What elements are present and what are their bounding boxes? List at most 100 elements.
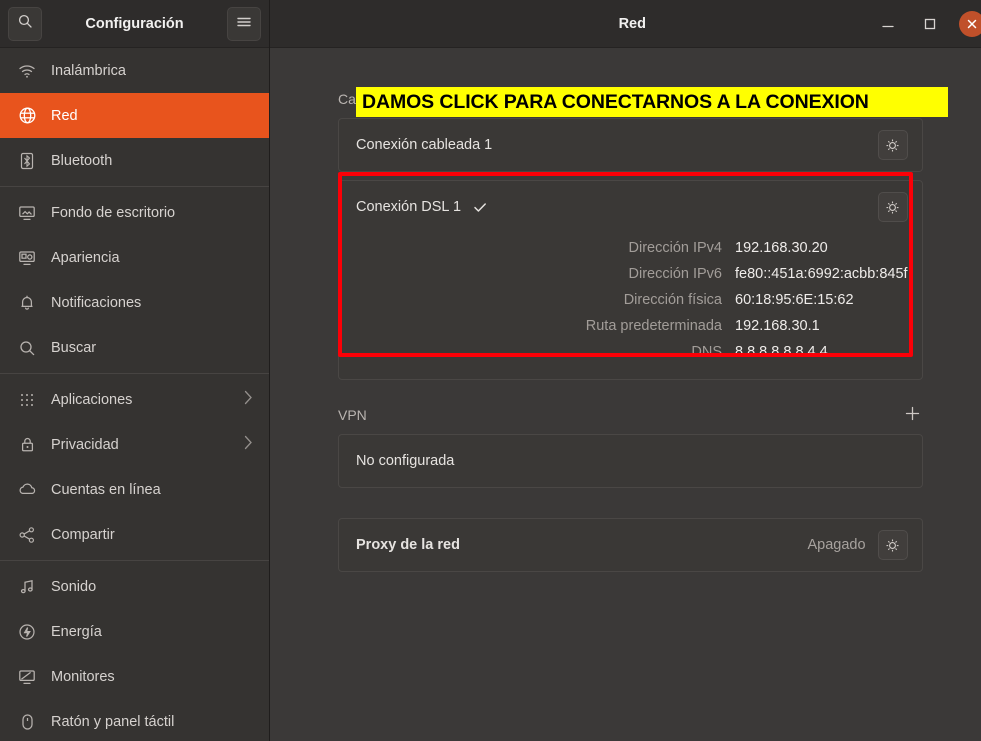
detail-row: Dirección IPv6 fe80::451a:6992:acbb:845f: [339, 261, 908, 287]
search-button[interactable]: [8, 7, 42, 41]
sidebar-item-label: Energía: [51, 624, 102, 640]
detail-key: Dirección física: [339, 287, 735, 313]
sidebar-item-label: Ratón y panel táctil: [51, 714, 174, 730]
chevron-right-icon: [244, 435, 253, 454]
detail-value: 8.8.8.8 8.8.4.4: [735, 339, 828, 365]
desktop-background-icon: [14, 204, 40, 222]
connection-settings-button[interactable]: [878, 192, 908, 222]
detail-row: DNS 8.8.8.8 8.8.4.4: [339, 339, 908, 365]
sidebar-divider: [0, 186, 269, 187]
dsl-connection-card[interactable]: Conexión DSL 1 Dirección IPv4 192.: [338, 180, 923, 380]
maximize-icon: [923, 17, 937, 31]
sidebar-item-compartir[interactable]: Compartir: [0, 512, 269, 557]
bell-icon: [14, 294, 40, 312]
connection-row-wired-1[interactable]: Conexión cableada 1: [339, 119, 922, 171]
network-proxy-label: Proxy de la red: [356, 537, 460, 553]
sidebar-item-label: Buscar: [51, 340, 96, 356]
network-proxy-row[interactable]: Proxy de la red Apagado: [339, 519, 922, 571]
network-settings-content: Cableada Conexión cableada 1 Conexión: [270, 48, 981, 741]
detail-key: Dirección IPv6: [339, 261, 735, 287]
detail-row: Ruta predeterminada 192.168.30.1: [339, 313, 908, 339]
sidebar-item-buscar[interactable]: Buscar: [0, 325, 269, 370]
sidebar-item-privacidad[interactable]: Privacidad: [0, 422, 269, 467]
window-titlebar: Red: [270, 0, 981, 48]
dsl-connection-details: Dirección IPv4 192.168.30.20 Dirección I…: [339, 233, 922, 379]
sidebar-item-sonido[interactable]: Sonido: [0, 564, 269, 609]
sidebar-item-label: Apariencia: [51, 250, 120, 266]
power-icon: [14, 623, 40, 641]
connection-row-dsl-1[interactable]: Conexión DSL 1: [339, 181, 922, 233]
mouse-icon: [14, 713, 40, 731]
connection-name: Conexión cableada 1: [356, 137, 492, 153]
sidebar-item-notificaciones[interactable]: Notificaciones: [0, 280, 269, 325]
sidebar-item-red[interactable]: Red: [0, 93, 269, 138]
sidebar-item-label: Aplicaciones: [51, 392, 132, 408]
wired-connection-card-1[interactable]: Conexión cableada 1: [338, 118, 923, 172]
sidebar-item-aplicaciones[interactable]: Aplicaciones: [0, 377, 269, 422]
cloud-icon: [14, 482, 40, 497]
checkmark-icon: [472, 199, 488, 215]
detail-key: Ruta predeterminada: [339, 313, 735, 339]
sidebar-item-label: Inalámbrica: [51, 63, 126, 79]
close-icon: [966, 18, 978, 30]
network-proxy-status: Apagado: [807, 537, 865, 553]
sidebar-divider: [0, 373, 269, 374]
connection-settings-button[interactable]: [878, 130, 908, 160]
detail-value: 60:18:95:6E:15:62: [735, 287, 854, 313]
music-note-icon: [14, 578, 40, 595]
vpn-heading-label: VPN: [338, 407, 367, 423]
sidebar-item-label: Fondo de escritorio: [51, 205, 175, 221]
gear-icon: [885, 138, 900, 153]
detail-value: 192.168.30.20: [735, 235, 828, 261]
window-controls: [875, 11, 981, 37]
sidebar: Configuración Inalámbrica: [0, 0, 270, 741]
detail-row: Dirección física 60:18:95:6E:15:62: [339, 287, 908, 313]
sidebar-item-cuentas-en-linea[interactable]: Cuentas en línea: [0, 467, 269, 512]
sidebar-divider: [0, 560, 269, 561]
wifi-icon: [14, 62, 40, 80]
detail-row: Dirección IPv4 192.168.30.20: [339, 235, 908, 261]
minimize-button[interactable]: [875, 11, 901, 37]
hamburger-menu-icon: [236, 15, 252, 33]
sidebar-item-energia[interactable]: Energía: [0, 609, 269, 654]
sidebar-item-label: Privacidad: [51, 437, 119, 453]
add-vpn-button[interactable]: [902, 404, 923, 426]
monitor-icon: [14, 668, 40, 686]
sidebar-item-label: Red: [51, 108, 78, 124]
close-button[interactable]: [959, 11, 981, 37]
vpn-section-heading: VPN: [338, 404, 923, 426]
sidebar-header: Configuración: [0, 0, 269, 48]
sidebar-item-bluetooth[interactable]: Bluetooth: [0, 138, 269, 183]
plus-icon: [904, 405, 921, 422]
sidebar-item-label: Compartir: [51, 527, 115, 543]
sidebar-item-label: Notificaciones: [51, 295, 141, 311]
settings-window: Configuración Inalámbrica: [0, 0, 981, 741]
annotation-banner: DAMOS CLICK PARA CONECTARNOS A LA CONEXI…: [356, 87, 948, 117]
minimize-icon: [881, 17, 895, 31]
vpn-status-row: No configurada: [339, 435, 922, 487]
chevron-right-icon: [244, 390, 253, 409]
vpn-card[interactable]: No configurada: [338, 434, 923, 488]
gear-icon: [885, 200, 900, 215]
sidebar-item-apariencia[interactable]: Apariencia: [0, 235, 269, 280]
sidebar-item-monitores[interactable]: Monitores: [0, 654, 269, 699]
search-icon: [17, 13, 33, 34]
sidebar-item-fondo-de-escritorio[interactable]: Fondo de escritorio: [0, 190, 269, 235]
detail-value: fe80::451a:6992:acbb:845f: [735, 261, 908, 287]
globe-network-icon: [14, 106, 40, 125]
connection-name: Conexión DSL 1: [356, 199, 461, 215]
vpn-status-label: No configurada: [356, 453, 454, 469]
search-icon: [14, 339, 40, 357]
sidebar-item-label: Cuentas en línea: [51, 482, 161, 498]
sidebar-item-raton-y-panel-tactil[interactable]: Ratón y panel táctil: [0, 699, 269, 741]
gear-icon: [885, 538, 900, 553]
sidebar-item-label: Monitores: [51, 669, 115, 685]
detail-key: DNS: [339, 339, 735, 365]
network-proxy-card[interactable]: Proxy de la red Apagado: [338, 518, 923, 572]
maximize-button[interactable]: [917, 11, 943, 37]
apps-grid-icon: [14, 392, 40, 408]
sidebar-item-inalambrica[interactable]: Inalámbrica: [0, 48, 269, 93]
bluetooth-icon: [14, 152, 40, 170]
proxy-settings-button[interactable]: [878, 530, 908, 560]
main-menu-button[interactable]: [227, 7, 261, 41]
